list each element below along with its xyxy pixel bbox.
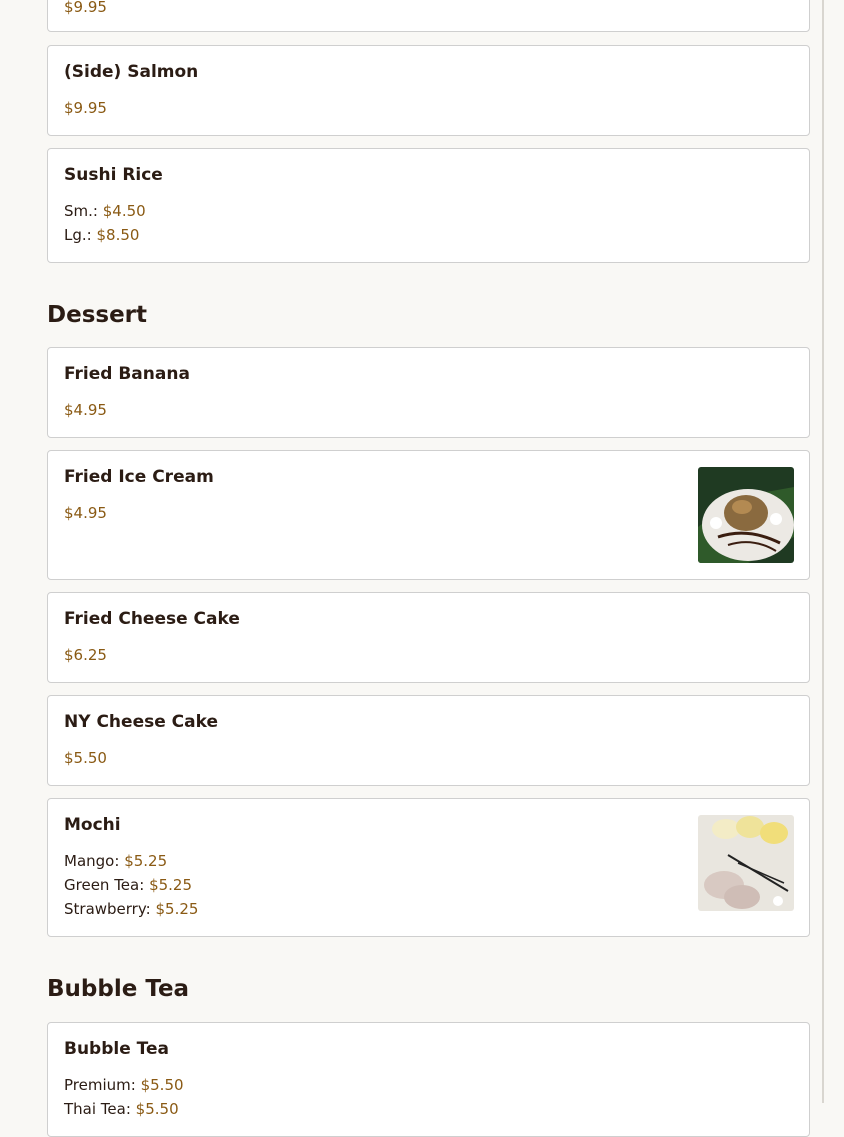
item-name: (Side) Salmon [64, 62, 199, 82]
price-option: Mango: $5.25 [64, 849, 793, 873]
menu-item-side-salmon[interactable]: (Side) Salmon $9.95 [47, 45, 810, 136]
price-option: Premium: $5.50 [64, 1073, 793, 1097]
option-label: Sm.: [64, 202, 98, 220]
item-price: $5.50 [64, 749, 107, 767]
option-price: $5.25 [149, 876, 193, 894]
menu-item-fried-ice-cream[interactable]: Fried Ice Cream $4.95 [47, 450, 810, 580]
menu-item-ny-cheese-cake[interactable]: NY Cheese Cake $5.50 [47, 695, 810, 786]
item-price: $6.25 [64, 646, 107, 664]
item-price: $9.95 [64, 99, 107, 117]
menu-item-sushi-rice[interactable]: Sushi Rice Sm.: $4.50 Lg.: $8.50 [47, 148, 810, 263]
menu-item-mochi[interactable]: Mochi Mango: $5.25 Green Tea: $5.25 Stra… [47, 798, 810, 937]
option-price: $5.50 [140, 1076, 184, 1094]
option-label: Strawberry: [64, 900, 151, 918]
menu-item-fried-banana[interactable]: Fried Banana $4.95 [47, 347, 810, 438]
option-price: $8.50 [96, 226, 140, 244]
price-option: Sm.: $4.50 [64, 199, 793, 223]
item-price: $4.95 [64, 504, 107, 522]
mochi-image[interactable] [698, 815, 794, 911]
option-label: Mango: [64, 852, 120, 870]
item-name: NY Cheese Cake [64, 712, 218, 732]
option-price: $5.25 [124, 852, 168, 870]
option-label: Lg.: [64, 226, 92, 244]
item-name: Sushi Rice [64, 165, 163, 185]
menu-item-card-partial[interactable]: $9.95 [47, 0, 810, 32]
option-price: $4.50 [102, 202, 146, 220]
price-option: Thai Tea: $5.50 [64, 1097, 793, 1121]
item-name: Fried Ice Cream [64, 467, 214, 487]
menu-item-fried-cheese-cake[interactable]: Fried Cheese Cake $6.25 [47, 592, 810, 683]
option-label: Premium: [64, 1076, 136, 1094]
menu-item-bubble-tea[interactable]: Bubble Tea Premium: $5.50 Thai Tea: $5.5… [47, 1022, 810, 1137]
item-name: Fried Cheese Cake [64, 609, 240, 629]
option-label: Green Tea: [64, 876, 145, 894]
item-name: Bubble Tea [64, 1039, 170, 1059]
item-name: Fried Banana [64, 364, 190, 384]
price-option: Lg.: $8.50 [64, 223, 793, 247]
item-price: $9.95 [64, 0, 107, 16]
item-price: $4.95 [64, 401, 107, 419]
price-option: Strawberry: $5.25 [64, 897, 793, 921]
section-title-dessert: Dessert [47, 302, 148, 328]
menu-panel: $9.95 (Side) Salmon $9.95 Sushi Rice Sm.… [0, 0, 824, 1137]
price-option: Green Tea: $5.25 [64, 873, 793, 897]
fried-ice-cream-image[interactable] [698, 467, 794, 563]
section-title-bubble-tea: Bubble Tea [47, 976, 190, 1002]
option-price: $5.25 [155, 900, 199, 918]
item-name: Mochi [64, 815, 121, 835]
